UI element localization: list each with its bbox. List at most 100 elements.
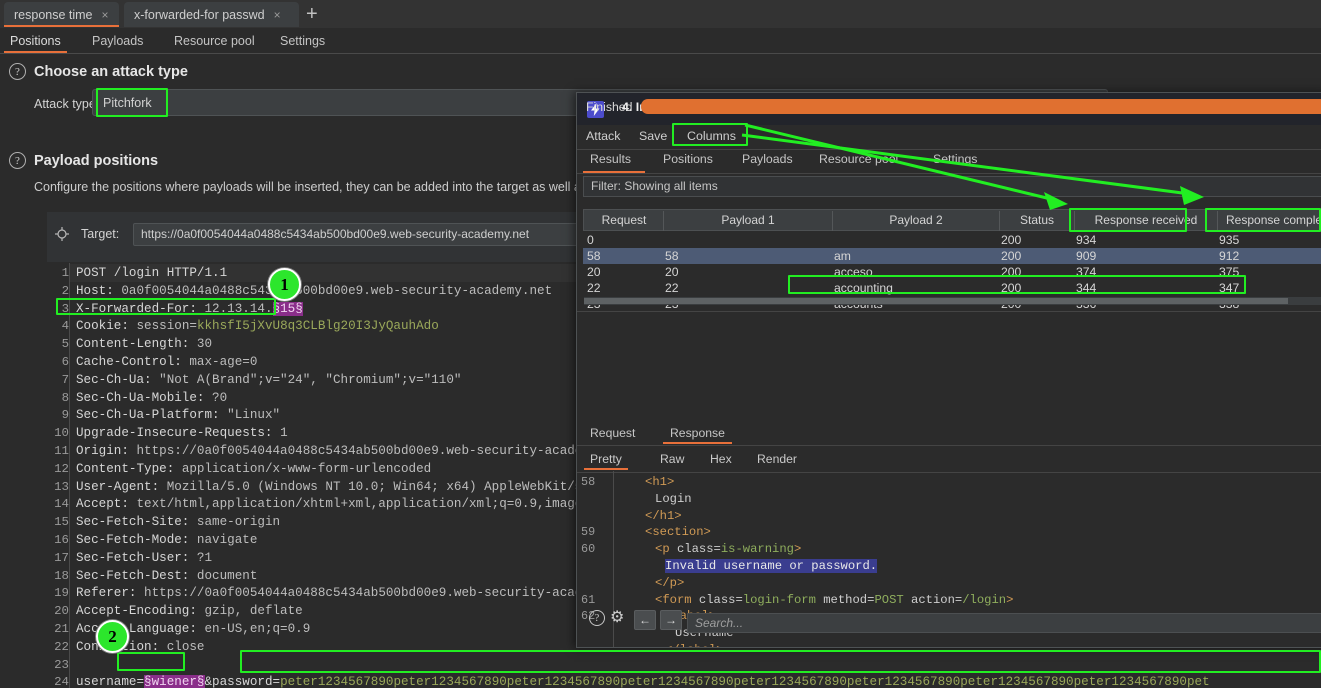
itab-settings[interactable]: Settings <box>933 152 977 166</box>
code-segment: > <box>674 508 682 523</box>
response-line: <p class=is-warning> <box>625 542 801 556</box>
code-segment: peter1234567890peter1234567890peter12345… <box>280 675 1210 688</box>
code-segment: is-warning <box>720 542 794 557</box>
response-line-number: 59 <box>581 525 596 540</box>
rr-divider-mid <box>577 445 1321 446</box>
prev-match-button[interactable]: ← <box>634 610 656 630</box>
gear-icon[interactable]: ⚙ <box>610 609 624 627</box>
code-segment: > <box>1006 592 1014 607</box>
screen-root: response time × x-forwarded-for passwd ×… <box>0 0 1321 688</box>
request-line: Origin: https://0a0f0054044a0488c5434ab5… <box>76 444 628 458</box>
code-segment: 0a0f0054044a0488c5434ab500bd00e9.web-sec… <box>121 283 553 298</box>
code-segment: class= <box>676 542 721 557</box>
intruder-menubar: Attack Save Columns <box>577 125 1321 149</box>
filter-text: Filter: Showing all items <box>591 179 718 193</box>
itab-results[interactable]: Results <box>590 152 631 166</box>
attack-tab-response-time[interactable]: response time × <box>4 2 119 27</box>
search-placeholder: Search... <box>695 616 744 630</box>
close-icon[interactable]: × <box>274 8 281 22</box>
help-icon[interactable]: ? <box>9 152 26 169</box>
code-segment: action= <box>903 592 963 607</box>
request-line: Connection: close <box>76 640 205 654</box>
table-cell-completed: 935 <box>1219 233 1240 247</box>
code-segment: §wiener§ <box>144 675 205 688</box>
code-segment: Sec-Ch-Ua-Mobile: <box>76 390 213 405</box>
code-segment: https://0a0f0054044a0488c5434ab500bd00e9… <box>136 444 628 458</box>
next-match-button[interactable]: → <box>660 610 682 630</box>
vtab-pretty[interactable]: Pretty <box>584 452 628 470</box>
table-row[interactable]: 0 200 934 935 <box>583 232 1321 248</box>
help-icon[interactable]: ? <box>9 63 26 80</box>
code-segment: Sec-Fetch-Dest: <box>76 568 197 583</box>
callout-1: 1 <box>268 268 301 301</box>
search-input[interactable] <box>687 613 1321 633</box>
help-icon[interactable]: ? <box>589 610 605 626</box>
code-segment: > <box>666 475 675 489</box>
code-segment: X-Forwarded-For: <box>76 301 205 316</box>
code-segment: same-origin <box>196 515 281 530</box>
col-request[interactable]: Request <box>585 210 663 230</box>
request-line: Sec-Ch-Ua: "Not A(Brand";v="24", "Chromi… <box>76 373 461 387</box>
intruder-result-tabs: Results Positions Payloads Resource pool… <box>577 150 1321 173</box>
results-hscrollbar[interactable] <box>584 297 1321 305</box>
table-row[interactable]: 58 58 am 200 909 912 <box>583 248 1321 264</box>
table-cell-payload1 <box>665 232 833 248</box>
tabs-divider <box>577 173 1321 174</box>
tab-payloads[interactable]: Payloads <box>92 28 143 53</box>
code-segment: Sec-Fetch-User: <box>76 550 197 565</box>
tab-settings[interactable]: Settings <box>280 28 325 53</box>
code-segment: method= <box>815 592 875 607</box>
table-cell-status: 200 <box>1001 249 1022 263</box>
code-segment: h1 <box>659 508 675 523</box>
itab-resource-pool[interactable]: Resource pool <box>819 152 898 166</box>
col-payload1[interactable]: Payload 1 <box>664 210 832 230</box>
response-line: </h1> <box>625 509 682 523</box>
col-response-received[interactable]: Response received <box>1075 210 1217 230</box>
table-row[interactable]: 22 22 accounting 200 344 347 <box>583 280 1321 296</box>
menu-columns[interactable]: Columns <box>687 129 736 143</box>
close-icon[interactable]: × <box>102 8 109 22</box>
col-status[interactable]: Status <box>1000 210 1074 230</box>
crosshair-icon <box>55 227 69 241</box>
response-line-number: 61 <box>581 592 596 607</box>
itab-payloads[interactable]: Payloads <box>742 152 793 166</box>
tab-resource-pool[interactable]: Resource pool <box>174 28 255 53</box>
rrtab-request[interactable]: Request <box>590 426 635 440</box>
table-cell-completed: 375 <box>1219 265 1240 279</box>
line-number: 18 <box>54 568 69 583</box>
add-tab-button[interactable]: + <box>306 4 318 24</box>
response-line: <form class=login-form method=POST actio… <box>625 593 1013 607</box>
payload-positions-description: Configure the positions where payloads w… <box>34 180 595 194</box>
request-line: Referer: https://0a0f0054044a0488c5434ab… <box>76 586 635 600</box>
vtab-render[interactable]: Render <box>757 452 797 466</box>
payload-positions-title: Payload positions <box>34 153 159 169</box>
menu-save[interactable]: Save <box>639 129 667 143</box>
code-segment: Origin: <box>76 444 137 458</box>
vtab-raw[interactable]: Raw <box>660 452 684 466</box>
menu-attack[interactable]: Attack <box>586 129 620 143</box>
rrtab-response[interactable]: Response <box>663 426 732 444</box>
code-segment: Content-Type: <box>76 461 182 476</box>
code-segment: https://0a0f0054044a0488c5434ab500bd00e9… <box>144 586 636 601</box>
col-payload2[interactable]: Payload 2 <box>833 210 999 230</box>
code-segment: > <box>793 542 802 557</box>
request-line: Sec-Fetch-Site: same-origin <box>76 515 280 529</box>
attack-type-label: Attack type: <box>34 97 100 111</box>
code-segment: </p> <box>655 575 685 590</box>
table-cell-completed: 912 <box>1219 249 1240 263</box>
itab-positions[interactable]: Positions <box>663 152 713 166</box>
code-segment: Accept: <box>76 497 137 512</box>
attack-tab-xff-passwd[interactable]: x-forwarded-for passwd × <box>124 2 299 27</box>
line-number: 3 <box>61 301 69 316</box>
code-segment: username= <box>76 675 145 688</box>
table-cell-received: 374 <box>1076 265 1097 279</box>
line-number: 4 <box>61 319 69 334</box>
code-segment: </ <box>645 508 660 523</box>
request-line: Sec-Fetch-User: ?1 <box>76 551 212 565</box>
table-cell-payload1: 20 <box>665 265 679 279</box>
tab-positions[interactable]: Positions <box>4 28 67 53</box>
vtab-hex[interactable]: Hex <box>710 452 732 466</box>
col-response-completed[interactable]: Response completed <box>1218 210 1321 230</box>
table-row[interactable]: 20 20 acceso 200 374 375 <box>583 264 1321 280</box>
line-number: 1 <box>61 266 69 280</box>
